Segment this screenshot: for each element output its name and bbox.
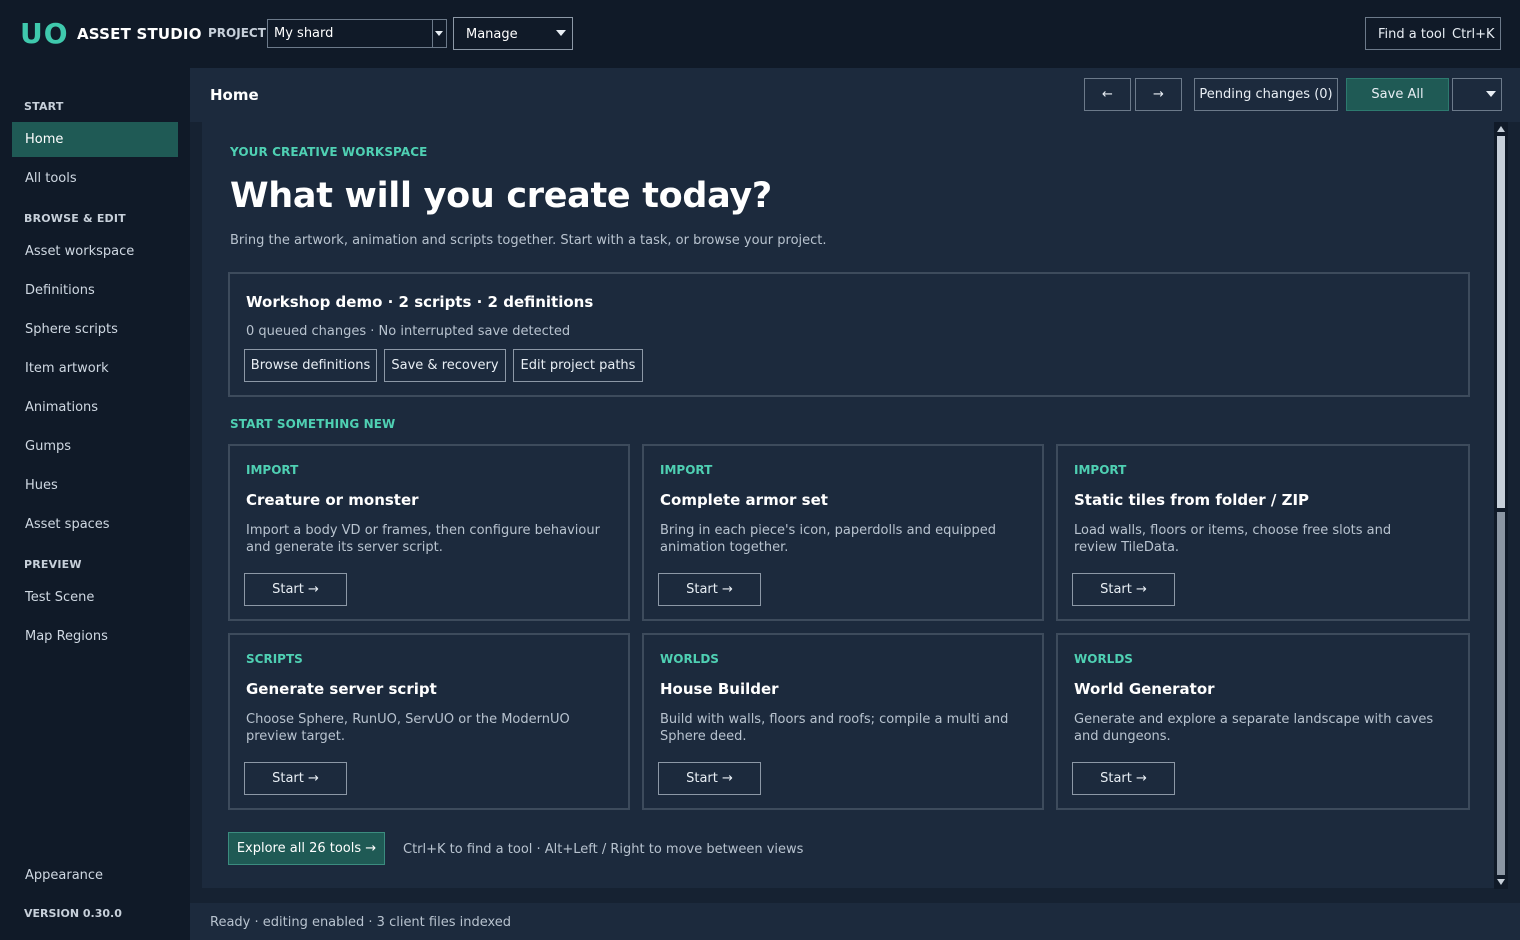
card-server-script: SCRIPTS Generate server script Choose Sp… bbox=[228, 633, 630, 810]
start-button[interactable]: Start → bbox=[658, 573, 761, 606]
card-description: Bring in each piece's icon, paperdolls a… bbox=[660, 523, 997, 555]
card-description: Generate and explore a separate landscap… bbox=[1074, 712, 1434, 744]
card-kind: WORLDS bbox=[1074, 652, 1133, 666]
status-bar: Ready · editing enabled · 3 client files… bbox=[190, 903, 1520, 940]
project-label: PROJECT bbox=[208, 26, 266, 40]
sidebar-item-all-tools[interactable]: All tools bbox=[12, 161, 178, 196]
card-kind: IMPORT bbox=[246, 463, 299, 477]
start-button[interactable]: Start → bbox=[244, 573, 347, 606]
version-label: VERSION 0.30.0 bbox=[24, 907, 122, 920]
project-summary-panel: Workshop demo · 2 scripts · 2 definition… bbox=[228, 272, 1470, 397]
scroll-down-icon[interactable] bbox=[1497, 879, 1505, 885]
pending-changes-button[interactable]: Pending changes (0) bbox=[1194, 78, 1338, 111]
chevron-down-icon bbox=[435, 31, 443, 36]
card-title: Complete armor set bbox=[660, 491, 828, 509]
explore-all-tools-button[interactable]: Explore all 26 tools → bbox=[228, 832, 385, 865]
project-summary-meta: 0 queued changes · No interrupted save d… bbox=[246, 324, 571, 339]
scrollbar-thumb[interactable] bbox=[1497, 136, 1505, 508]
card-house-builder: WORLDS House Builder Build with walls, f… bbox=[642, 633, 1044, 810]
start-button[interactable]: Start → bbox=[244, 762, 347, 795]
keyboard-hint: Ctrl+K to find a tool · Alt+Left / Right… bbox=[403, 842, 804, 857]
sidebar-section-browse: BROWSE & EDIT bbox=[24, 212, 126, 225]
arrow-right-icon: → bbox=[1153, 87, 1164, 102]
sidebar-item-appearance[interactable]: Appearance bbox=[12, 858, 178, 893]
app-title: ASSET STUDIO bbox=[77, 25, 202, 43]
hero-title: What will you create today? bbox=[230, 176, 772, 216]
card-kind: SCRIPTS bbox=[246, 652, 303, 666]
project-select[interactable]: My shard bbox=[267, 19, 447, 48]
scrollbar-track[interactable] bbox=[1497, 512, 1505, 875]
sidebar-item-definitions[interactable]: Definitions bbox=[12, 273, 178, 308]
sidebar-item-asset-workspace[interactable]: Asset workspace bbox=[12, 234, 178, 269]
start-button[interactable]: Start → bbox=[1072, 762, 1175, 795]
page-header: Home ← → Pending changes (0) Save All bbox=[190, 68, 1520, 122]
chevron-down-icon bbox=[1486, 91, 1496, 97]
status-text: Ready · editing enabled · 3 client files… bbox=[210, 915, 512, 930]
card-static-tiles: IMPORT Static tiles from folder / ZIP Lo… bbox=[1056, 444, 1470, 621]
manage-select[interactable]: Manage bbox=[453, 17, 573, 50]
card-title: Generate server script bbox=[246, 680, 437, 698]
card-armor-set: IMPORT Complete armor set Bring in each … bbox=[642, 444, 1044, 621]
card-description: Load walls, floors or items, choose free… bbox=[1074, 523, 1392, 555]
card-world-generator: WORLDS World Generator Generate and expl… bbox=[1056, 633, 1470, 810]
card-title: Creature or monster bbox=[246, 491, 419, 509]
start-button[interactable]: Start → bbox=[1072, 573, 1175, 606]
card-creature: IMPORT Creature or monster Import a body… bbox=[228, 444, 630, 621]
hero-eyebrow: YOUR CREATIVE WORKSPACE bbox=[230, 145, 428, 159]
logo-mark: UO bbox=[20, 17, 69, 50]
project-summary-title: Workshop demo · 2 scripts · 2 definition… bbox=[246, 293, 594, 311]
find-tool-label: Find a tool bbox=[1378, 27, 1446, 42]
back-button[interactable]: ← bbox=[1084, 78, 1131, 111]
card-description: Build with walls, floors and roofs; comp… bbox=[660, 712, 1009, 744]
scroll-up-icon[interactable] bbox=[1497, 126, 1505, 132]
card-title: Static tiles from folder / ZIP bbox=[1074, 491, 1310, 509]
forward-button[interactable]: → bbox=[1135, 78, 1182, 111]
card-kind: IMPORT bbox=[1074, 463, 1127, 477]
vertical-scrollbar[interactable] bbox=[1494, 122, 1508, 889]
top-bar: UO ASSET STUDIO PROJECT My shard Manage … bbox=[0, 0, 1520, 68]
manage-select-value: Manage bbox=[466, 27, 518, 42]
project-select-caret[interactable] bbox=[432, 20, 446, 47]
start-button[interactable]: Start → bbox=[658, 762, 761, 795]
edit-project-paths-button[interactable]: Edit project paths bbox=[513, 349, 643, 382]
card-title: World Generator bbox=[1074, 680, 1215, 698]
save-all-button[interactable]: Save All bbox=[1346, 78, 1449, 111]
card-title: House Builder bbox=[660, 680, 779, 698]
save-options-button[interactable] bbox=[1452, 78, 1502, 111]
sidebar-item-test-scene[interactable]: Test Scene bbox=[12, 580, 178, 615]
sidebar-item-animations[interactable]: Animations bbox=[12, 390, 178, 425]
sidebar-item-map-regions[interactable]: Map Regions bbox=[12, 619, 178, 654]
project-select-value: My shard bbox=[274, 26, 334, 41]
card-kind: IMPORT bbox=[660, 463, 713, 477]
hero-subtitle: Bring the artwork, animation and scripts… bbox=[230, 233, 827, 248]
card-description: Import a body VD or frames, then configu… bbox=[246, 523, 600, 555]
card-description: Choose Sphere, RunUO, ServUO or the Mode… bbox=[246, 712, 570, 744]
chevron-down-icon bbox=[556, 30, 566, 36]
sidebar-item-item-artwork[interactable]: Item artwork bbox=[12, 351, 178, 386]
sidebar-item-sphere-scripts[interactable]: Sphere scripts bbox=[12, 312, 178, 347]
sidebar-item-gumps[interactable]: Gumps bbox=[12, 429, 178, 464]
start-section-heading: START SOMETHING NEW bbox=[230, 417, 396, 431]
sidebar-item-asset-spaces[interactable]: Asset spaces bbox=[12, 507, 178, 542]
sidebar-section-start: START bbox=[24, 100, 64, 113]
page-title: Home bbox=[210, 86, 259, 104]
browse-definitions-button[interactable]: Browse definitions bbox=[244, 349, 377, 382]
card-kind: WORLDS bbox=[660, 652, 719, 666]
save-recovery-button[interactable]: Save & recovery bbox=[384, 349, 506, 382]
sidebar-item-hues[interactable]: Hues bbox=[12, 468, 178, 503]
sidebar-section-preview: PREVIEW bbox=[24, 558, 82, 571]
find-tool-shortcut: Ctrl+K bbox=[1452, 27, 1495, 42]
sidebar: START Home All tools BROWSE & EDIT Asset… bbox=[0, 68, 190, 940]
arrow-left-icon: ← bbox=[1102, 87, 1113, 102]
find-tool-button[interactable]: Find a tool Ctrl+K bbox=[1365, 17, 1501, 50]
sidebar-item-home[interactable]: Home bbox=[12, 122, 178, 157]
